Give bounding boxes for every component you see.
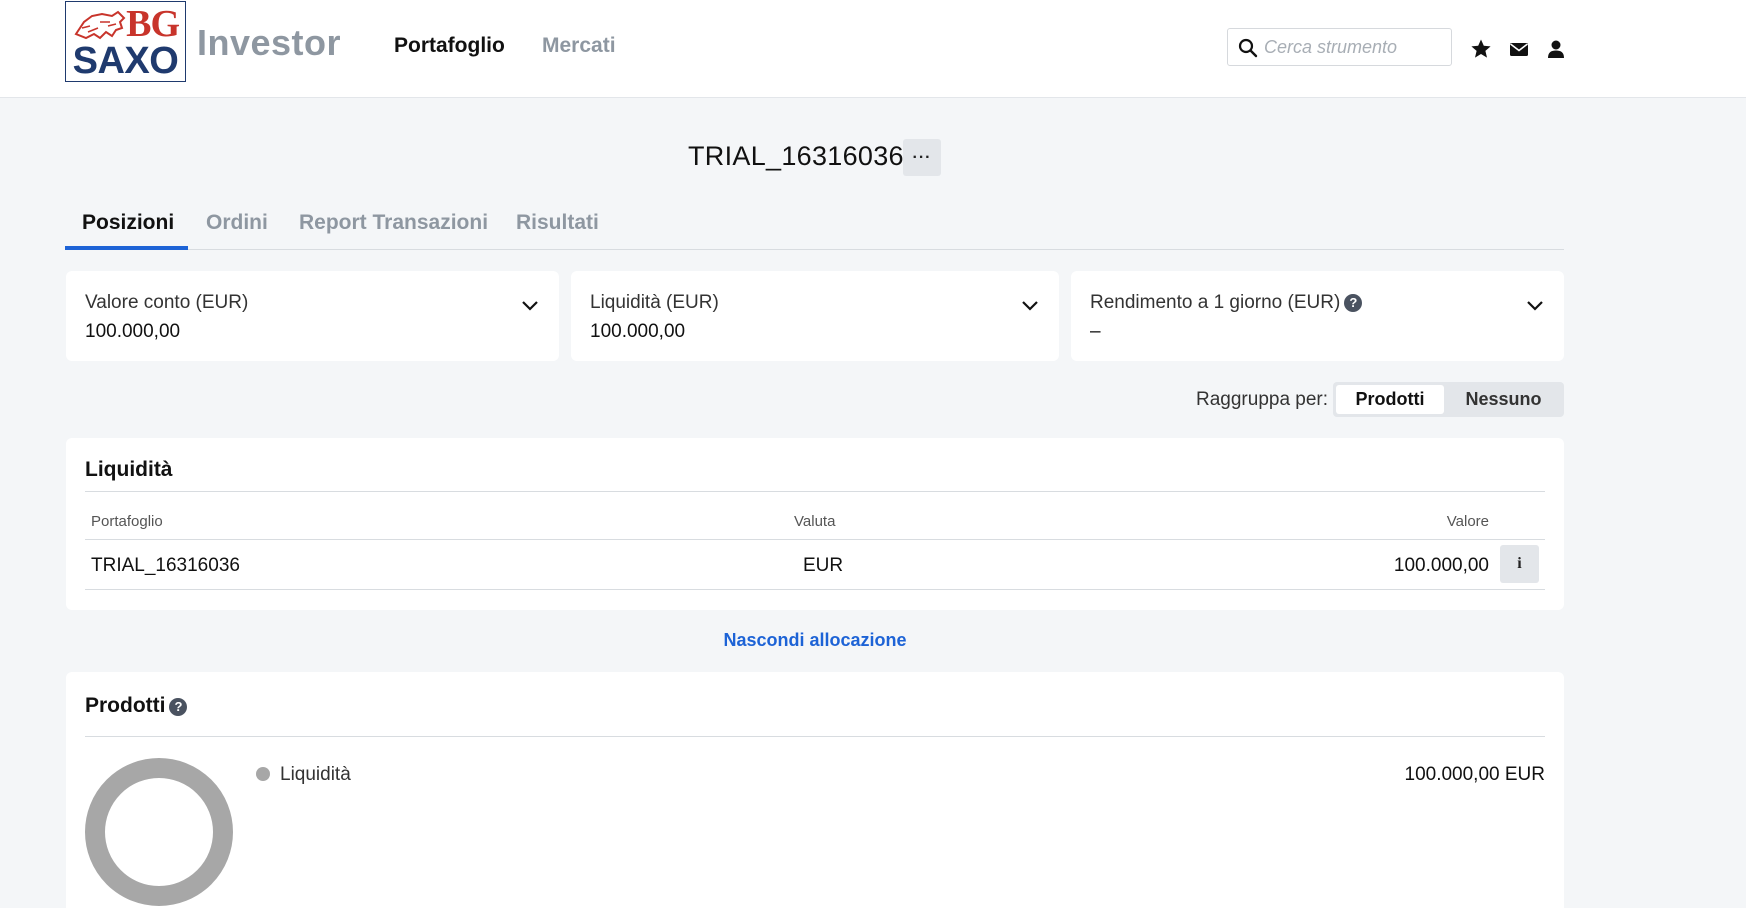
star-icon[interactable] <box>1470 38 1492 60</box>
active-tab-indicator <box>65 246 188 250</box>
daily-return-label: Rendimento a 1 giorno (EUR) <box>1090 292 1341 313</box>
products-panel: Prodotti? Liquidità 100.000,00 EUR <box>66 672 1564 908</box>
bg-saxo-logo[interactable]: BG SAXO <box>65 1 186 82</box>
tab-results[interactable]: Risultati <box>516 211 599 249</box>
group-by-none-button[interactable]: Nessuno <box>1446 385 1561 414</box>
lion-icon <box>74 10 126 40</box>
products-panel-title-wrap: Prodotti? <box>85 694 188 718</box>
products-panel-title: Prodotti <box>85 694 166 717</box>
nav-portfolio[interactable]: Portafoglio <box>394 34 505 58</box>
row-portfolio: TRIAL_16316036 <box>91 555 240 576</box>
more-options-button[interactable]: ··· <box>903 139 941 176</box>
search-box[interactable] <box>1227 28 1452 66</box>
account-value-label: Valore conto (EUR) <box>85 292 249 313</box>
column-header-currency: Valuta <box>794 513 836 530</box>
daily-return-value: – <box>1090 321 1101 342</box>
row-value: 100.000,00 <box>1393 555 1489 576</box>
daily-return-card[interactable]: Rendimento a 1 giorno (EUR)? – <box>1071 271 1564 361</box>
legend-label-liquidity: Liquidità <box>280 764 351 785</box>
account-value-card[interactable]: Valore conto (EUR) 100.000,00 <box>66 271 559 361</box>
tab-transaction-report[interactable]: Report Transazioni <box>299 211 488 249</box>
legend-dot <box>256 767 270 781</box>
logo-saxo-text: SAXO <box>72 40 179 82</box>
row-currency: EUR <box>803 555 844 576</box>
group-by-label: Raggruppa per: <box>1196 389 1329 410</box>
chevron-down-icon[interactable] <box>520 298 540 312</box>
divider <box>85 491 1545 492</box>
tab-bar: Posizioni Ordini Report Transazioni Risu… <box>65 206 1564 250</box>
account-value: 100.000,00 <box>85 321 181 342</box>
app-header: BG SAXO Investor Portafoglio Mercati <box>0 0 1746 98</box>
search-input[interactable] <box>1264 31 1444 63</box>
tab-positions[interactable]: Posizioni <box>82 211 174 249</box>
divider <box>85 736 1545 737</box>
group-by-toggle: Prodotti Nessuno <box>1333 382 1564 417</box>
group-by-products-button[interactable]: Prodotti <box>1336 385 1444 414</box>
info-button[interactable]: i <box>1500 545 1539 583</box>
divider <box>85 589 1545 590</box>
help-icon[interactable]: ? <box>169 698 188 716</box>
legend-value-liquidity: 100.000,00 EUR <box>1404 764 1546 785</box>
allocation-donut-chart <box>85 758 233 906</box>
nav-markets[interactable]: Mercati <box>542 34 616 58</box>
donut-slice-liquidity[interactable] <box>85 758 233 906</box>
user-icon[interactable] <box>1545 38 1567 60</box>
chevron-down-icon[interactable] <box>1020 298 1040 312</box>
help-icon[interactable]: ? <box>1344 294 1363 312</box>
daily-return-label-wrap: Rendimento a 1 giorno (EUR)? <box>1090 292 1363 314</box>
account-title: TRIAL_16316036 <box>688 141 904 171</box>
liquidity-panel-title: Liquidità <box>85 458 173 481</box>
divider <box>85 539 1545 540</box>
hide-allocation-link[interactable]: Nascondi allocazione <box>0 630 1630 651</box>
column-header-value: Valore <box>1446 513 1489 530</box>
brand-name: Investor <box>197 22 342 63</box>
liquidity-card[interactable]: Liquidità (EUR) 100.000,00 <box>571 271 1059 361</box>
tab-orders[interactable]: Ordini <box>206 211 268 249</box>
mail-icon[interactable] <box>1508 38 1530 60</box>
liquidity-value: 100.000,00 <box>590 321 686 342</box>
liquidity-label: Liquidità (EUR) <box>590 292 719 313</box>
chevron-down-icon[interactable] <box>1525 298 1545 312</box>
column-header-portfolio: Portafoglio <box>91 513 163 530</box>
liquidity-panel: Liquidità Portafoglio Valuta Valore TRIA… <box>66 438 1564 610</box>
search-icon <box>1238 38 1258 58</box>
